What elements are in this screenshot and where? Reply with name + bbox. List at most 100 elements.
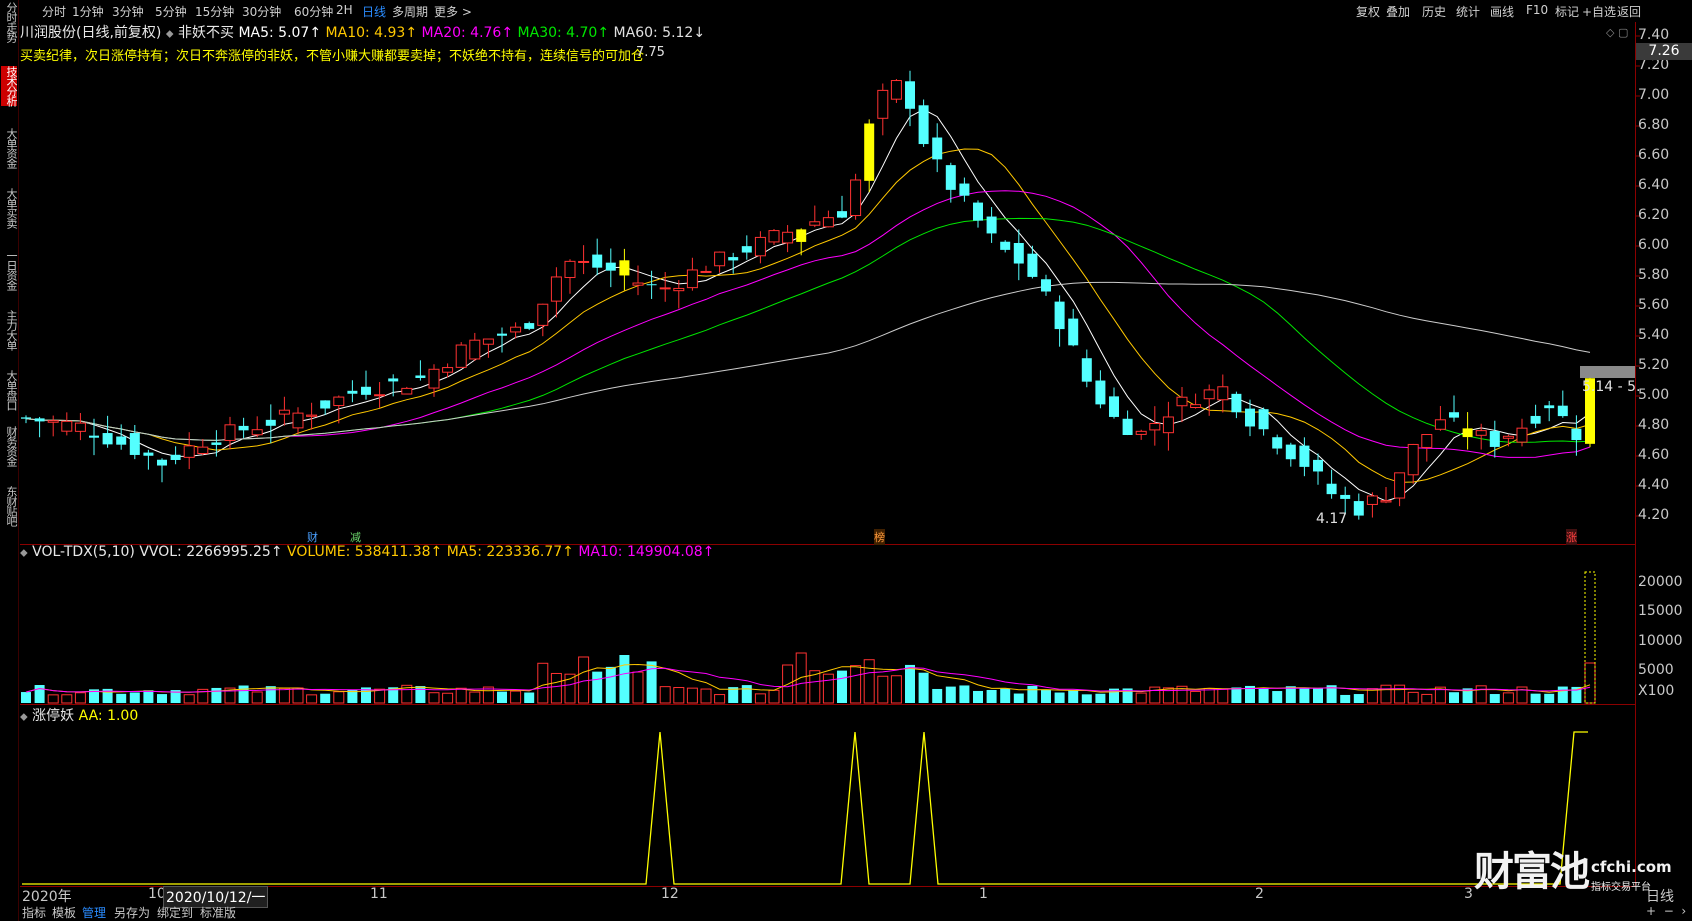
volume-bar (251, 691, 263, 704)
zoom-controls: + − › (1646, 904, 1686, 918)
candle-body (619, 260, 630, 276)
candle-body (1135, 430, 1147, 435)
volume-settings-icon[interactable]: ⬥ (20, 546, 28, 559)
candle-body (1190, 404, 1202, 408)
bottom-tab[interactable]: 模板 (52, 904, 76, 921)
candle-body (782, 231, 794, 244)
candle-body (741, 246, 752, 253)
volume-ma-lines (25, 663, 1591, 693)
volume-bar (1380, 684, 1392, 704)
volume-bar (1203, 687, 1215, 704)
ranking-marker[interactable]: 榜 (874, 529, 885, 545)
price-tick-label: 4.60 (1638, 447, 1670, 463)
limit-up-settings-icon[interactable]: ⬥ (20, 710, 28, 723)
candle-body (864, 123, 875, 181)
candle-body (333, 396, 345, 407)
price-tick-label: 5.80 (1638, 267, 1670, 283)
candle-body (1272, 437, 1283, 449)
zoom-in-icon[interactable]: + (1646, 904, 1656, 918)
candle-body (265, 419, 276, 426)
volume-bar (646, 661, 657, 703)
volume-bar (306, 694, 318, 704)
candle-body (524, 323, 535, 329)
price-tick-label: 6.60 (1638, 147, 1670, 163)
volume-bar (890, 675, 902, 704)
limit-up-marker[interactable]: 涨 (1566, 529, 1577, 545)
price-tick-label: 4.20 (1638, 507, 1670, 523)
volume-bar (1299, 687, 1310, 703)
volume-bar (455, 687, 467, 704)
volume-bar (905, 664, 915, 703)
volume-bar (1475, 685, 1487, 704)
candle-body (1299, 445, 1310, 467)
candle-body (211, 442, 222, 445)
panel-divider[interactable] (20, 704, 1635, 705)
candle-body (21, 417, 31, 419)
candle-body (1421, 434, 1433, 448)
bottom-tab[interactable]: 指标 (22, 904, 46, 921)
candle-body (932, 137, 943, 160)
watermark-brand: 财富池 (1474, 849, 1590, 895)
candle-body (973, 202, 983, 221)
candle-body (1081, 358, 1092, 382)
candle-body (1285, 444, 1296, 460)
candle-body (1462, 428, 1473, 438)
volume-bar (1068, 690, 1079, 703)
candle-body (1149, 422, 1161, 431)
candle-body (1000, 241, 1011, 250)
volume-bar (1041, 689, 1051, 703)
current-price-tag: 7.26 (1636, 43, 1692, 60)
price-tick-label: 4.80 (1638, 417, 1670, 433)
volume-bar (686, 687, 698, 704)
volume-bar (863, 659, 875, 704)
volume-bar (1544, 693, 1555, 703)
candle-body (1394, 472, 1406, 499)
volume-bar (1027, 685, 1038, 703)
candle-body (361, 386, 371, 395)
volume-bar (1081, 694, 1092, 703)
bottom-tab[interactable]: 管理 (82, 904, 106, 921)
kline-chart[interactable] (0, 0, 1692, 921)
volume-bar (932, 688, 943, 703)
candle-body (1109, 396, 1119, 417)
candle-body (34, 418, 45, 422)
scroll-right-icon[interactable]: › (1681, 904, 1686, 918)
volume-bar (605, 666, 616, 703)
month-label: 11 (370, 886, 388, 902)
volume-bars (21, 571, 1596, 704)
limit-up-indicator-name[interactable]: 涨停妖 (32, 708, 74, 724)
volume-bar (1258, 687, 1269, 703)
candle-body (1449, 412, 1459, 418)
candle-body (129, 433, 140, 455)
zoom-out-icon[interactable]: − (1664, 904, 1674, 918)
candle-body (143, 452, 154, 456)
candle-body (1122, 418, 1133, 435)
price-tick-label: 6.40 (1638, 177, 1670, 193)
volume-bar (673, 687, 685, 704)
volume-tick-label: 10000 (1638, 633, 1683, 649)
bottom-tab[interactable]: 标准版 (200, 904, 236, 921)
volume-indicator-name[interactable]: VOL-TDX(5,10) (32, 544, 135, 560)
price-tick-label: 4.40 (1638, 477, 1670, 493)
bottom-tab[interactable]: 绑定到 (157, 904, 193, 921)
bottom-tab[interactable]: 另存为 (114, 904, 150, 921)
volume-bar (700, 688, 712, 704)
volume-bar (619, 655, 630, 703)
price-tick-label: 7.00 (1638, 87, 1670, 103)
price-tick-label: 5.00 (1638, 387, 1670, 403)
candle-body (1203, 389, 1215, 400)
reduce-marker[interactable]: 减 (350, 529, 361, 545)
volume-bar (1272, 691, 1283, 703)
candle-body (1258, 409, 1269, 430)
chart-grid (1580, 35, 1640, 517)
range-price-label: 5.14 - 5. (1582, 379, 1641, 395)
candle-body (605, 262, 616, 271)
volume-bar (21, 692, 31, 703)
volume-bar (632, 671, 644, 704)
candle-body (116, 436, 127, 445)
finance-marker[interactable]: 财 (307, 529, 318, 545)
volume-bar (741, 685, 752, 703)
volume-bar (837, 670, 847, 703)
volume-bar (1421, 693, 1433, 704)
year-label: 2020年 (22, 889, 72, 905)
